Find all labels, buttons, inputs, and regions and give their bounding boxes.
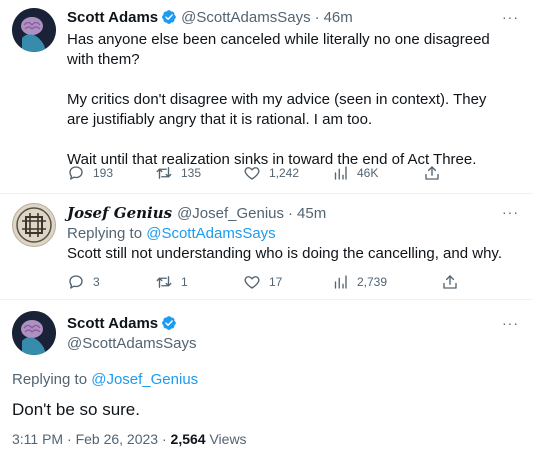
replying-to-link[interactable]: @ScottAdamsSays [146, 225, 275, 242]
tweet-meta: 3:11 PM · Feb 26, 2023 · 2,564 Views [12, 431, 247, 447]
avatar-brain-image [12, 8, 56, 52]
verified-badge-icon [162, 10, 176, 24]
replying-to-line: Replying to @Josef_Genius [12, 370, 198, 390]
more-icon[interactable]: ··· [502, 9, 519, 25]
avatar-josef-genius[interactable] [12, 203, 56, 247]
avatar-scott-adams[interactable] [12, 8, 56, 52]
replying-to-line: Replying to @ScottAdamsSays [67, 224, 276, 244]
tweet-2-text: Scott still not understanding who is doi… [67, 245, 502, 262]
like-count: 17 [269, 275, 283, 289]
author-name[interactable]: Scott Adams [67, 315, 158, 332]
views-count: 46K [357, 166, 379, 180]
tweet-3-text: Don't be so sure. [12, 400, 140, 419]
tweet-text-paragraph-2: My critics don't disagree with my advice… [67, 91, 487, 128]
tweet-time[interactable]: 46m [324, 9, 353, 26]
tweet-1-actions: 193 135 1,242 46K [67, 164, 441, 182]
retweet-count: 1 [181, 275, 188, 289]
reply-count: 3 [93, 275, 100, 289]
separator-dot: · [67, 431, 72, 447]
author-name[interactable]: Scott Adams [67, 9, 158, 26]
tweet-1-header: Scott Adams @ScottAdamsSays · 46m [67, 9, 353, 27]
views-icon [334, 275, 347, 289]
separator-dot: · [161, 431, 167, 447]
share-icon [425, 166, 439, 180]
reply-count: 193 [93, 166, 114, 180]
replying-to-label: Replying to [12, 371, 92, 388]
tweet-2-header: Josef Genius @Josef_Genius · 45m [67, 204, 326, 223]
reply-icon [69, 275, 83, 289]
tweet-1-body: Has anyone else been canceled while lite… [67, 30, 507, 170]
share-button[interactable] [441, 273, 459, 291]
author-name[interactable]: Josef Genius [67, 204, 172, 222]
reply-icon [69, 166, 83, 180]
author-handle[interactable]: @ScottAdamsSays [67, 335, 196, 352]
author-handle[interactable]: @ScottAdamsSays [181, 9, 310, 26]
separator-dot: · [288, 205, 294, 222]
share-button[interactable] [423, 164, 441, 182]
reply-button[interactable]: 193 [67, 164, 155, 182]
like-count: 1,242 [269, 166, 300, 180]
retweet-icon [156, 167, 172, 179]
retweet-button[interactable]: 1 [155, 273, 243, 291]
tweet-3-header: Scott Adams [67, 315, 181, 333]
replying-to-link[interactable]: @Josef_Genius [91, 371, 198, 388]
like-icon [244, 167, 260, 180]
retweet-icon [156, 276, 172, 288]
tweet-3-focused[interactable]: Scott Adams @ScottAdamsSays ··· Replying… [0, 300, 533, 455]
tweet-time[interactable]: 45m [297, 205, 326, 222]
tweet-2[interactable]: Josef Genius @Josef_Genius · 45m ··· Replyi… [0, 194, 533, 299]
more-icon[interactable]: ··· [502, 315, 519, 331]
views-button[interactable]: 46K [331, 164, 423, 182]
tweet-2-actions: 3 1 17 2,739 [67, 273, 459, 291]
more-icon[interactable]: ··· [502, 204, 519, 220]
like-icon [244, 276, 260, 289]
author-handle[interactable]: @Josef_Genius [177, 205, 284, 222]
share-icon [443, 275, 457, 289]
views-icon [334, 166, 347, 180]
tweet-1[interactable]: Scott Adams @ScottAdamsSays · 46m ··· Has a… [0, 0, 533, 193]
tweet-time[interactable]: 3:11 PM [12, 431, 63, 447]
avatar-brain-image [12, 311, 56, 355]
like-button[interactable]: 17 [243, 273, 331, 291]
views-label: Views [209, 431, 247, 447]
reply-button[interactable]: 3 [67, 273, 155, 291]
retweet-button[interactable]: 135 [155, 164, 243, 182]
tweet-date[interactable]: Feb 26, 2023 [76, 431, 159, 447]
avatar-scott-adams[interactable] [12, 311, 56, 355]
views-count: 2,739 [357, 275, 388, 289]
retweet-count: 135 [181, 166, 202, 180]
views-button[interactable]: 2,739 [331, 273, 441, 291]
views-count: 2,564 [170, 431, 206, 447]
replying-to-label: Replying to [67, 225, 147, 242]
like-button[interactable]: 1,242 [243, 164, 331, 182]
avatar-knot-emblem [16, 207, 52, 243]
verified-badge-icon [162, 316, 176, 330]
tweet-text-paragraph-1: Has anyone else been canceled while lite… [67, 31, 490, 68]
separator-dot: · [314, 9, 320, 26]
